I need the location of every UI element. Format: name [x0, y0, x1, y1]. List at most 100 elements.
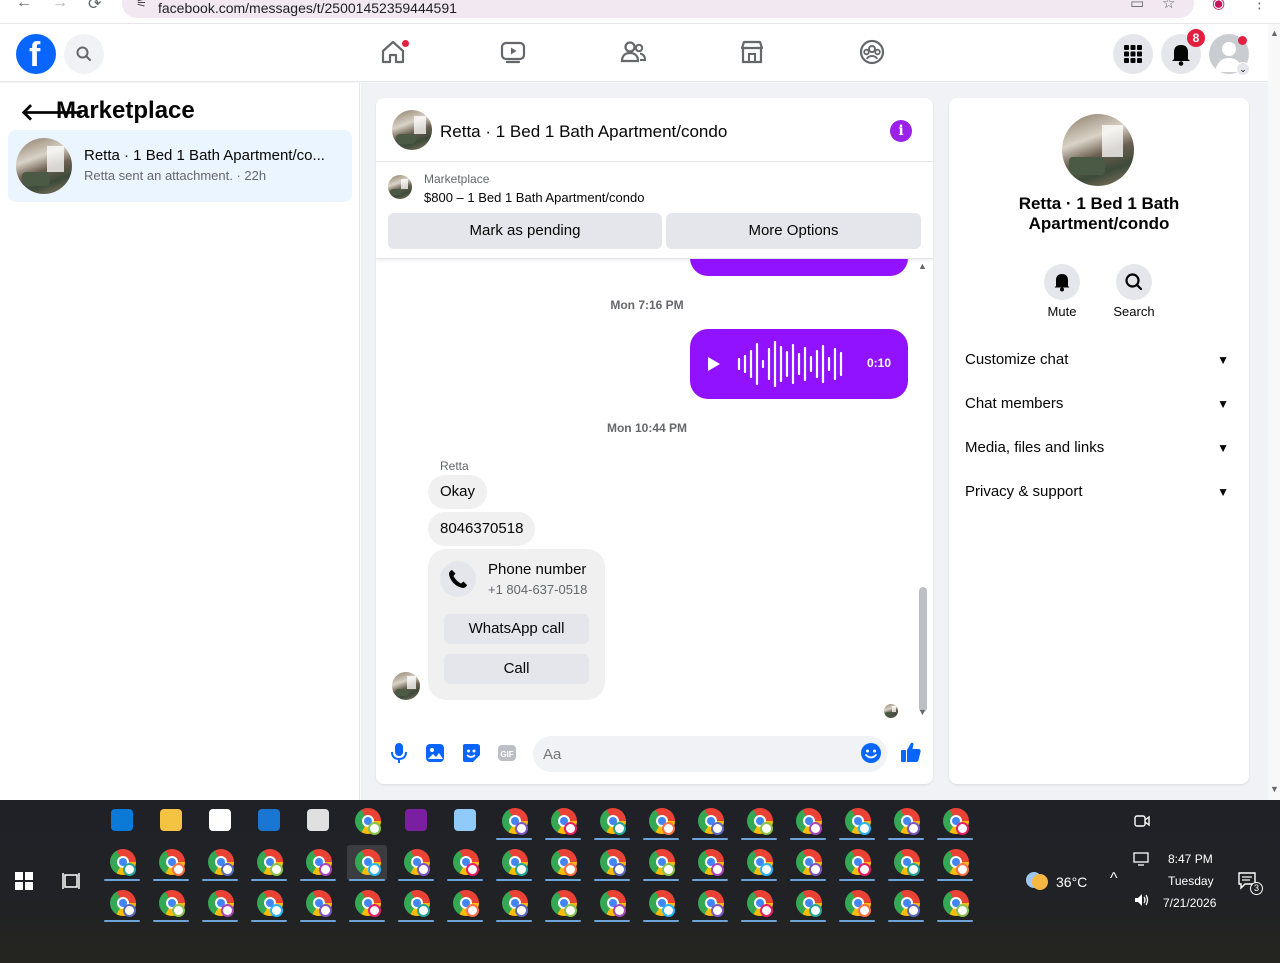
scroll-up-arrow-icon[interactable]: ▲ [918, 261, 927, 271]
windows-start-icon[interactable] [15, 872, 33, 890]
taskbar-chrome-window[interactable] [249, 886, 289, 922]
weather-moon-icon[interactable] [1024, 870, 1050, 892]
previous-voice-message[interactable] [690, 259, 908, 276]
scrollbar-thumb[interactable] [919, 587, 927, 712]
menu-button[interactable] [1113, 34, 1153, 74]
taskbar-chrome-window[interactable] [543, 886, 583, 922]
taskbar-chrome-window[interactable] [739, 886, 779, 922]
customize-chat-section[interactable]: Customize chat ▼ [965, 342, 1233, 378]
taskbar-chrome-window[interactable] [200, 886, 240, 922]
emoji-icon[interactable] [860, 742, 882, 764]
taskbar-chrome-window[interactable] [886, 845, 926, 881]
taskbar-chrome-window[interactable] [494, 886, 534, 922]
taskbar-chrome-window[interactable] [445, 845, 485, 881]
taskbar-chrome-window[interactable] [690, 804, 730, 840]
conversation-item[interactable]: Retta · 1 Bed 1 Bath Apartment/co... Ret… [8, 130, 352, 202]
taskbar-chrome-window[interactable] [200, 845, 240, 881]
taskbar-chrome-window[interactable] [935, 886, 975, 922]
taskbar-chrome-window[interactable] [690, 845, 730, 881]
taskbar-chrome-window[interactable] [788, 804, 828, 840]
taskbar-chrome-window[interactable] [151, 845, 191, 881]
mute-button[interactable] [1044, 264, 1080, 300]
taskbar-chrome-window[interactable] [396, 886, 436, 922]
message-input[interactable] [533, 736, 887, 772]
taskbar-chrome-window[interactable] [347, 845, 387, 881]
taskbar-chrome-window[interactable] [592, 804, 632, 840]
taskbar-chrome-window[interactable] [543, 804, 583, 840]
friends-icon[interactable] [619, 38, 647, 66]
taskbar-app[interactable] [102, 804, 142, 840]
play-icon[interactable] [706, 355, 722, 373]
chat-scrollbar[interactable]: ▲ ▼ [916, 261, 928, 719]
show-hidden-icons-chevron-icon[interactable]: ^ [1110, 870, 1118, 888]
taskbar-chrome-window[interactable] [837, 886, 877, 922]
taskbar-chrome-window[interactable] [347, 804, 387, 840]
taskbar-chrome-window[interactable] [641, 845, 681, 881]
weather-temperature[interactable]: 36°C [1056, 874, 1087, 890]
profile-thumbnail[interactable] [1062, 114, 1134, 186]
message-bubble[interactable]: 8046370518 [428, 512, 536, 546]
taskbar-chrome-window[interactable] [494, 804, 534, 840]
taskbar-chrome-window[interactable] [592, 886, 632, 922]
like-thumb-icon[interactable] [899, 740, 923, 764]
taskbar-chrome-window[interactable] [494, 845, 534, 881]
chat-title[interactable]: Retta · 1 Bed 1 Bath Apartment/condo [440, 122, 727, 142]
forward-nav-icon[interactable]: → [52, 0, 68, 12]
taskbar-app[interactable] [396, 804, 436, 840]
taskbar-app[interactable] [151, 804, 191, 840]
voice-message[interactable]: 0:10 [690, 329, 908, 399]
clock-date[interactable]: 7/21/2026 [1163, 896, 1216, 910]
microphone-icon[interactable] [388, 742, 410, 764]
taskbar-chrome-window[interactable] [886, 886, 926, 922]
facebook-logo[interactable]: f [16, 34, 56, 74]
taskbar-chrome-window[interactable] [102, 845, 142, 881]
taskbar-chrome-window[interactable] [739, 845, 779, 881]
clock-day[interactable]: Tuesday [1168, 874, 1214, 888]
taskbar-chrome-window[interactable] [641, 886, 681, 922]
privacy-support-section[interactable]: Privacy & support ▼ [965, 474, 1233, 510]
site-info-icon[interactable]: ⚟ [136, 0, 147, 10]
gaming-groups-icon[interactable] [858, 38, 886, 66]
taskbar-chrome-window[interactable] [249, 845, 289, 881]
page-scrollbar[interactable]: ▲ ▼ [1268, 24, 1280, 800]
message-bubble[interactable]: Okay [428, 475, 488, 509]
taskbar-chrome-window[interactable] [543, 845, 583, 881]
media-files-links-section[interactable]: Media, files and links ▼ [965, 430, 1233, 466]
taskbar-app[interactable] [445, 804, 485, 840]
marketplace-icon[interactable] [738, 38, 766, 66]
taskbar-chrome-window[interactable] [298, 845, 338, 881]
page-scroll-down-icon[interactable]: ▼ [1270, 784, 1279, 794]
task-view-icon[interactable] [62, 872, 80, 890]
whatsapp-call-button[interactable]: WhatsApp call [444, 614, 589, 644]
meet-now-icon[interactable] [1133, 812, 1151, 830]
search-in-chat-button[interactable] [1116, 264, 1152, 300]
taskbar-chrome-window[interactable] [837, 845, 877, 881]
taskbar-chrome-window[interactable] [788, 845, 828, 881]
taskbar-chrome-window[interactable] [935, 845, 975, 881]
taskbar-chrome-window[interactable] [592, 845, 632, 881]
taskbar-chrome-window[interactable] [641, 804, 681, 840]
clock-time[interactable]: 8:47 PM [1168, 852, 1213, 866]
taskbar-chrome-window[interactable] [886, 804, 926, 840]
reload-icon[interactable]: ⟳ [88, 0, 101, 14]
taskbar-chrome-window[interactable] [347, 886, 387, 922]
taskbar-chrome-window[interactable] [739, 804, 779, 840]
taskbar-chrome-window[interactable] [690, 886, 730, 922]
chat-members-section[interactable]: Chat members ▼ [965, 386, 1233, 422]
taskbar-chrome-window[interactable] [396, 845, 436, 881]
taskbar-chrome-window[interactable] [151, 886, 191, 922]
video-icon[interactable] [499, 38, 527, 66]
taskbar-chrome-window[interactable] [788, 886, 828, 922]
more-options-button[interactable]: More Options [666, 213, 921, 249]
taskbar-chrome-window[interactable] [298, 886, 338, 922]
photo-icon[interactable] [424, 742, 446, 764]
sender-avatar[interactable] [392, 672, 420, 700]
call-button[interactable]: Call [444, 654, 589, 684]
mark-as-pending-button[interactable]: Mark as pending [388, 213, 662, 249]
gif-icon[interactable]: GIF [496, 742, 518, 764]
back-nav-icon[interactable]: ← [16, 0, 32, 12]
page-scroll-up-icon[interactable]: ▲ [1270, 28, 1279, 38]
menu-dots-icon[interactable]: ⋮ [1252, 0, 1267, 12]
network-icon[interactable] [1133, 852, 1151, 868]
sticker-icon[interactable] [460, 742, 482, 764]
